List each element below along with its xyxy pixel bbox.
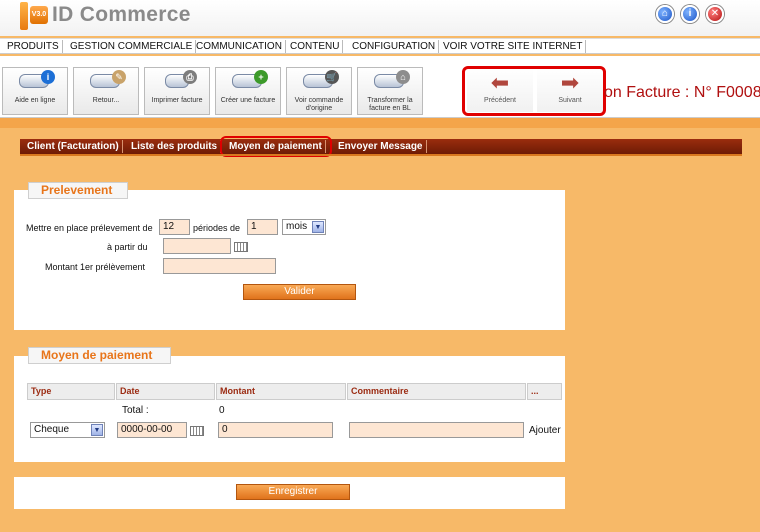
brand-name: ID Commerce xyxy=(52,3,191,26)
printer-icon: ⎙ xyxy=(183,70,197,84)
payment-type-value: Cheque xyxy=(34,424,70,435)
payment-type-select[interactable]: Cheque ▼ xyxy=(30,422,105,438)
tab-envoyer-message[interactable]: Envoyer Message xyxy=(335,140,427,153)
col-montant: Montant xyxy=(216,383,346,400)
prelevement-panel xyxy=(14,190,565,330)
cart-icon: 🛒 xyxy=(325,70,339,84)
tab-client-facturation[interactable]: Client (Facturation) xyxy=(24,140,123,153)
view-order-button[interactable]: 🛒 Voir commande d'origine xyxy=(286,67,352,115)
payment-amount-input[interactable]: 0 xyxy=(218,422,333,438)
transform-bl-button[interactable]: ⌂ Transformer la facture en BL xyxy=(357,67,423,115)
print-invoice-button[interactable]: ⎙ Imprimer facture xyxy=(144,67,210,115)
info-icon[interactable]: i xyxy=(681,5,699,23)
col-type: Type xyxy=(27,383,115,400)
menu-contenu[interactable]: CONTENU xyxy=(287,40,344,53)
start-date-input[interactable] xyxy=(163,238,231,254)
page-title: on Facture : N° F0008 xyxy=(604,84,760,101)
view-order-label: Voir commande d'origine xyxy=(294,97,344,112)
app-header: V3.0 ID Commerce ⌂ i ✕ xyxy=(0,0,760,36)
chevron-down-icon: ▼ xyxy=(91,424,103,436)
home-icon[interactable]: ⌂ xyxy=(656,5,674,23)
first-amount-input[interactable] xyxy=(163,258,276,274)
periods-label: périodes de xyxy=(193,223,241,233)
back-button[interactable]: ✎ Retour... xyxy=(73,67,139,115)
amount-label: Montant 1er prélèvement xyxy=(45,262,146,272)
payment-date-input[interactable]: 0000-00-00 xyxy=(117,422,187,438)
version-badge: V3.0 xyxy=(30,6,48,24)
col-date: Date xyxy=(116,383,215,400)
menu-produits[interactable]: PRODUITS xyxy=(4,40,63,53)
unit-input[interactable]: 1 xyxy=(247,219,278,235)
app-logo: V3.0 xyxy=(20,2,48,30)
print-label: Imprimer facture xyxy=(151,97,203,104)
add-payment-link[interactable]: Ajouter xyxy=(529,425,561,436)
menu-gestion-commerciale[interactable]: GESTION COMMERCIALE xyxy=(67,40,197,53)
validate-button[interactable]: Valider xyxy=(243,284,356,300)
col-commentaire: Commentaire xyxy=(347,383,526,400)
tab-liste-produits[interactable]: Liste des produits xyxy=(128,140,222,153)
tab-bar-shadow xyxy=(20,154,742,156)
create-label: Créer une facture xyxy=(220,97,276,104)
unit-select[interactable]: mois ▼ xyxy=(282,219,326,235)
unit-select-value: mois xyxy=(286,221,308,232)
nav-highlight xyxy=(462,66,606,116)
menu-communication[interactable]: COMMUNICATION xyxy=(193,40,286,53)
add-icon: + xyxy=(254,70,268,84)
start-date-label: à partir du xyxy=(107,242,148,252)
help-label: Aide en ligne xyxy=(14,97,56,104)
back-label: Retour... xyxy=(92,97,120,104)
total-label: Total : xyxy=(122,405,149,416)
info-icon: i xyxy=(41,70,55,84)
payment-comment-input[interactable] xyxy=(349,422,524,438)
chevron-down-icon: ▼ xyxy=(312,221,324,233)
calendar-icon[interactable] xyxy=(234,242,248,252)
main-menu: PRODUITS GESTION COMMERCIALE COMMUNICATI… xyxy=(0,38,760,54)
help-button[interactable]: i Aide en ligne xyxy=(2,67,68,115)
prelevement-legend: Prelevement xyxy=(28,182,128,199)
calendar-icon[interactable] xyxy=(190,426,204,436)
menu-configuration[interactable]: CONFIGURATION xyxy=(349,40,440,53)
pencil-icon: ✎ xyxy=(112,70,126,84)
orange-band xyxy=(0,118,760,128)
close-icon[interactable]: ✕ xyxy=(706,5,724,23)
col-actions: ... xyxy=(527,383,562,400)
tab-bar: Client (Facturation) Liste des produits … xyxy=(20,139,742,154)
create-invoice-button[interactable]: + Créer une facture xyxy=(215,67,281,115)
menu-voir-site[interactable]: VOIR VOTRE SITE INTERNET xyxy=(440,40,587,53)
transform-label: Transformer la facture en BL xyxy=(367,97,413,112)
total-value: 0 xyxy=(219,405,225,416)
setup-label: Mettre en place prélevement de xyxy=(26,223,153,233)
payment-panel xyxy=(14,356,565,462)
save-button[interactable]: Enregistrer xyxy=(236,484,350,500)
payment-legend: Moyen de paiement xyxy=(28,347,171,364)
house-icon: ⌂ xyxy=(396,70,410,84)
periods-input[interactable]: 12 xyxy=(159,219,190,235)
